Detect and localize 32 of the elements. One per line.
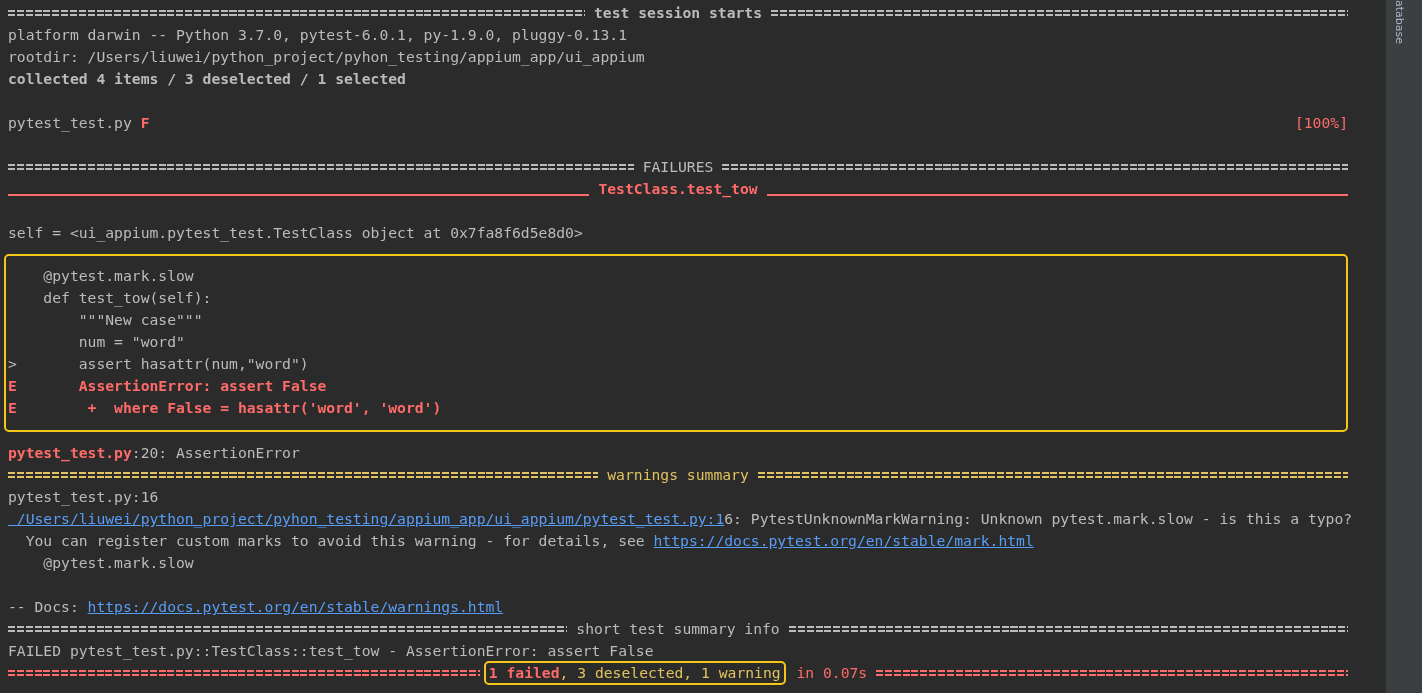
output-line: E + where False = hasattr('word', 'word') xyxy=(8,398,442,418)
section-title: , 3 deselected, 1 warning xyxy=(559,663,781,683)
output-line: @pytest.mark.slow xyxy=(42,266,194,286)
output-text: You can register custom marks to avoid this warning - for details, see xyxy=(24,532,646,549)
output-line: platform darwin -- Python 3.7.0, pytest-6.0.1, py-1.9.0, pluggy-0.13.1 xyxy=(8,25,627,45)
output-line: collected 4 items / 3 deselected / 1 selected xyxy=(8,69,406,89)
output-line: def test_tow(self): xyxy=(42,288,212,309)
section-title: test session starts xyxy=(594,3,762,23)
progress-percent: [100%] xyxy=(1294,113,1348,133)
section-title: in 0.07s xyxy=(796,663,868,683)
output-line: FAILED pytest_test.py::TestClass::test_tow - AssertionError: assert False xyxy=(8,641,654,662)
link[interactable]: /Users/liuwei/python_project/pyhon_testing/appium_app/ui_appium/pytest_test.py:1 xyxy=(8,510,725,527)
section-title: warnings summary xyxy=(607,465,749,485)
output-line: rootdir: /Users/liuwei/python_project/pyhon_testing/appium_app/ui_appium xyxy=(8,47,645,68)
output-text: -- Docs: xyxy=(8,598,80,615)
output-line: """New case""" xyxy=(77,310,203,330)
output-line: E AssertionError: assert False xyxy=(8,376,327,396)
tool-window-tab[interactable]: atabase xyxy=(1394,0,1406,45)
output-line: self = <ui_appium.pytest_test.TestClass object at 0x7fa8f6d5e8d0> xyxy=(8,223,583,244)
output-line: pytest_test.py:20: AssertionError xyxy=(8,443,300,464)
section-title: short test summary info xyxy=(576,619,780,639)
output-line: pytest_test.py F xyxy=(8,113,150,134)
output-line: pytest_test.py:16 xyxy=(8,487,159,508)
output-line: > assert hasattr(num,"word") xyxy=(8,354,309,374)
link[interactable]: https://docs.pytest.org/en/stable/mark.html xyxy=(653,532,1034,549)
output-text: 6: PytestUnknownMarkWarning: Unknown pytest.mark.slow - is this a typo? xyxy=(724,510,1353,527)
section-title: TestClass.test_tow xyxy=(598,179,758,200)
section-title: 1 failed xyxy=(488,663,560,683)
output-line: @pytest.mark.slow xyxy=(42,553,194,573)
section-title: FAILURES xyxy=(642,157,714,177)
link[interactable]: https://docs.pytest.org/en/stable/warnings.html xyxy=(87,598,504,615)
output-line: num = "word" xyxy=(77,332,185,352)
